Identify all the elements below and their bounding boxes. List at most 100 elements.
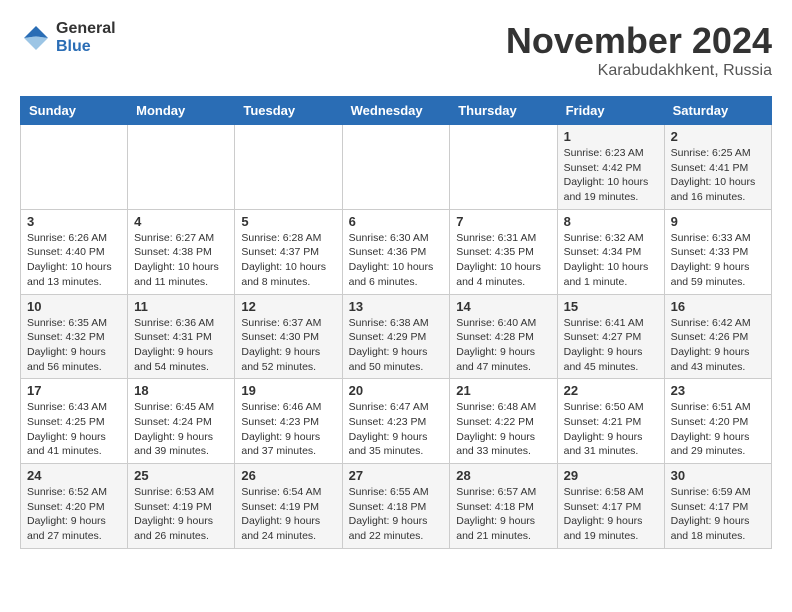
day-number: 18 (134, 383, 228, 398)
day-detail: Sunrise: 6:48 AM Sunset: 4:22 PM Dayligh… (456, 400, 550, 459)
calendar-cell: 2 Sunrise: 6:25 AM Sunset: 4:41 PM Daylig… (664, 125, 771, 210)
day-detail: Sunrise: 6:59 AM Sunset: 4:17 PM Dayligh… (671, 485, 765, 544)
calendar-header-row: SundayMondayTuesdayWednesdayThursdayFrid… (21, 97, 772, 125)
day-number: 16 (671, 299, 765, 314)
logo-icon (20, 22, 52, 54)
day-detail: Sunrise: 6:25 AM Sunset: 4:41 PM Dayligh… (671, 146, 765, 205)
day-number: 22 (564, 383, 658, 398)
calendar-header-friday: Friday (557, 97, 664, 125)
day-number: 17 (27, 383, 121, 398)
calendar-cell: 13Sunrise: 6:38 AM Sunset: 4:29 PM Dayli… (342, 294, 450, 379)
day-detail: Sunrise: 6:26 AM Sunset: 4:40 PM Dayligh… (27, 231, 121, 290)
calendar-header-monday: Monday (128, 97, 235, 125)
logo-general-label: General (56, 20, 116, 38)
calendar-week-row: 17 Sunrise: 6:43 AM Sunset: 4:25 PM Dayli… (21, 379, 772, 464)
day-number: 6 (349, 214, 444, 229)
calendar-cell: 4 Sunrise: 6:27 AM Sunset: 4:38 PM Daylig… (128, 209, 235, 294)
day-detail: Sunrise: 6:35 AM Sunset: 4:32 PM Dayligh… (27, 316, 121, 375)
calendar-cell: 14Sunrise: 6:40 AM Sunset: 4:28 PM Dayli… (450, 294, 557, 379)
calendar-cell: 7 Sunrise: 6:31 AM Sunset: 4:35 PM Daylig… (450, 209, 557, 294)
day-number: 23 (671, 383, 765, 398)
day-number: 7 (456, 214, 550, 229)
calendar-week-row: 1Sunrise: 6:23 AM Sunset: 4:42 PM Daylig… (21, 125, 772, 210)
day-detail: Sunrise: 6:55 AM Sunset: 4:18 PM Dayligh… (349, 485, 444, 544)
calendar-cell: 23 Sunrise: 6:51 AM Sunset: 4:20 PM Dayli… (664, 379, 771, 464)
calendar-cell: 26 Sunrise: 6:54 AM Sunset: 4:19 PM Dayli… (235, 464, 342, 549)
calendar-cell: 27 Sunrise: 6:55 AM Sunset: 4:18 PM Dayli… (342, 464, 450, 549)
day-number: 27 (349, 468, 444, 483)
calendar-header-sunday: Sunday (21, 97, 128, 125)
calendar-header-saturday: Saturday (664, 97, 771, 125)
day-number: 19 (241, 383, 335, 398)
calendar-cell: 16 Sunrise: 6:42 AM Sunset: 4:26 PM Dayli… (664, 294, 771, 379)
day-number: 21 (456, 383, 550, 398)
calendar-cell: 24 Sunrise: 6:52 AM Sunset: 4:20 PM Dayli… (21, 464, 128, 549)
title-area: November 2024 Karabudakhkent, Russia (506, 20, 772, 80)
calendar-cell: 1Sunrise: 6:23 AM Sunset: 4:42 PM Daylig… (557, 125, 664, 210)
logo-blue-label: Blue (56, 38, 116, 56)
calendar-cell: 30 Sunrise: 6:59 AM Sunset: 4:17 PM Dayli… (664, 464, 771, 549)
calendar-cell: 25 Sunrise: 6:53 AM Sunset: 4:19 PM Dayli… (128, 464, 235, 549)
calendar-header-wednesday: Wednesday (342, 97, 450, 125)
day-detail: Sunrise: 6:37 AM Sunset: 4:30 PM Dayligh… (241, 316, 335, 375)
day-detail: Sunrise: 6:51 AM Sunset: 4:20 PM Dayligh… (671, 400, 765, 459)
day-detail: Sunrise: 6:54 AM Sunset: 4:19 PM Dayligh… (241, 485, 335, 544)
calendar-cell: 28Sunrise: 6:57 AM Sunset: 4:18 PM Dayli… (450, 464, 557, 549)
day-number: 2 (671, 129, 765, 144)
calendar-cell (128, 125, 235, 210)
day-number: 30 (671, 468, 765, 483)
calendar-cell: 22 Sunrise: 6:50 AM Sunset: 4:21 PM Dayli… (557, 379, 664, 464)
calendar-week-row: 3 Sunrise: 6:26 AM Sunset: 4:40 PM Daylig… (21, 209, 772, 294)
day-detail: Sunrise: 6:53 AM Sunset: 4:19 PM Dayligh… (134, 485, 228, 544)
calendar-cell (450, 125, 557, 210)
day-detail: Sunrise: 6:52 AM Sunset: 4:20 PM Dayligh… (27, 485, 121, 544)
day-detail: Sunrise: 6:43 AM Sunset: 4:25 PM Dayligh… (27, 400, 121, 459)
day-detail: Sunrise: 6:45 AM Sunset: 4:24 PM Dayligh… (134, 400, 228, 459)
calendar-cell: 8Sunrise: 6:32 AM Sunset: 4:34 PM Daylig… (557, 209, 664, 294)
day-number: 25 (134, 468, 228, 483)
day-detail: Sunrise: 6:50 AM Sunset: 4:21 PM Dayligh… (564, 400, 658, 459)
calendar: SundayMondayTuesdayWednesdayThursdayFrid… (20, 96, 772, 549)
day-detail: Sunrise: 6:46 AM Sunset: 4:23 PM Dayligh… (241, 400, 335, 459)
day-number: 8 (564, 214, 658, 229)
month-title: November 2024 (506, 20, 772, 62)
day-detail: Sunrise: 6:40 AM Sunset: 4:28 PM Dayligh… (456, 316, 550, 375)
day-number: 24 (27, 468, 121, 483)
calendar-cell: 9 Sunrise: 6:33 AM Sunset: 4:33 PM Daylig… (664, 209, 771, 294)
calendar-cell: 18 Sunrise: 6:45 AM Sunset: 4:24 PM Dayli… (128, 379, 235, 464)
calendar-cell: 6 Sunrise: 6:30 AM Sunset: 4:36 PM Daylig… (342, 209, 450, 294)
day-number: 3 (27, 214, 121, 229)
calendar-week-row: 10Sunrise: 6:35 AM Sunset: 4:32 PM Dayli… (21, 294, 772, 379)
calendar-cell: 3 Sunrise: 6:26 AM Sunset: 4:40 PM Daylig… (21, 209, 128, 294)
calendar-cell (342, 125, 450, 210)
day-detail: Sunrise: 6:36 AM Sunset: 4:31 PM Dayligh… (134, 316, 228, 375)
day-number: 4 (134, 214, 228, 229)
calendar-cell: 12Sunrise: 6:37 AM Sunset: 4:30 PM Dayli… (235, 294, 342, 379)
calendar-header-tuesday: Tuesday (235, 97, 342, 125)
calendar-cell: 15 Sunrise: 6:41 AM Sunset: 4:27 PM Dayli… (557, 294, 664, 379)
calendar-cell: 11 Sunrise: 6:36 AM Sunset: 4:31 PM Dayli… (128, 294, 235, 379)
calendar-cell: 21 Sunrise: 6:48 AM Sunset: 4:22 PM Dayli… (450, 379, 557, 464)
day-detail: Sunrise: 6:28 AM Sunset: 4:37 PM Dayligh… (241, 231, 335, 290)
day-detail: Sunrise: 6:30 AM Sunset: 4:36 PM Dayligh… (349, 231, 444, 290)
day-detail: Sunrise: 6:31 AM Sunset: 4:35 PM Dayligh… (456, 231, 550, 290)
logo-text: General Blue (56, 20, 116, 55)
day-number: 26 (241, 468, 335, 483)
location-title: Karabudakhkent, Russia (506, 62, 772, 80)
day-number: 11 (134, 299, 228, 314)
day-detail: Sunrise: 6:41 AM Sunset: 4:27 PM Dayligh… (564, 316, 658, 375)
day-detail: Sunrise: 6:33 AM Sunset: 4:33 PM Dayligh… (671, 231, 765, 290)
day-number: 5 (241, 214, 335, 229)
calendar-cell: 29Sunrise: 6:58 AM Sunset: 4:17 PM Dayli… (557, 464, 664, 549)
calendar-cell (235, 125, 342, 210)
day-number: 15 (564, 299, 658, 314)
calendar-header-thursday: Thursday (450, 97, 557, 125)
logo: General Blue (20, 20, 116, 55)
day-number: 9 (671, 214, 765, 229)
calendar-cell (21, 125, 128, 210)
calendar-cell: 10Sunrise: 6:35 AM Sunset: 4:32 PM Dayli… (21, 294, 128, 379)
calendar-cell: 17 Sunrise: 6:43 AM Sunset: 4:25 PM Dayli… (21, 379, 128, 464)
day-detail: Sunrise: 6:38 AM Sunset: 4:29 PM Dayligh… (349, 316, 444, 375)
day-detail: Sunrise: 6:27 AM Sunset: 4:38 PM Dayligh… (134, 231, 228, 290)
day-detail: Sunrise: 6:42 AM Sunset: 4:26 PM Dayligh… (671, 316, 765, 375)
